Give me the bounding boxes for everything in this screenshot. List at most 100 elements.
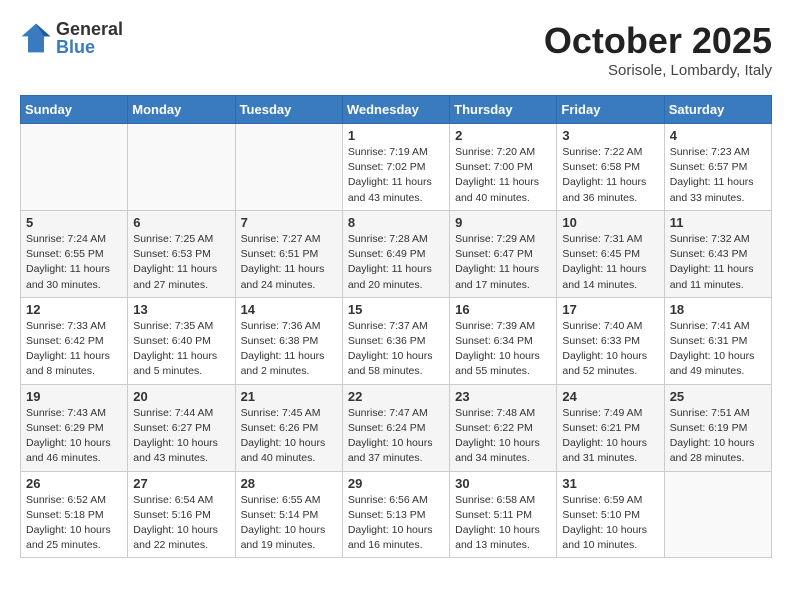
logo-blue-text: Blue (56, 38, 123, 56)
day-number: 12 (26, 302, 122, 317)
calendar-week-2: 5 Sunrise: 7:24 AMSunset: 6:55 PMDaylight… (21, 210, 772, 297)
day-info: Sunrise: 7:35 AMSunset: 6:40 PMDaylight:… (133, 319, 229, 380)
calendar-week-4: 19 Sunrise: 7:43 AMSunset: 6:29 PMDayligh… (21, 384, 772, 471)
header-row: Sunday Monday Tuesday Wednesday Thursday… (21, 96, 772, 124)
calendar-cell: 27Sunrise: 6:54 AMSunset: 5:16 PMDayligh… (128, 471, 235, 558)
day-number: 18 (670, 302, 766, 317)
header-tuesday: Tuesday (235, 96, 342, 124)
calendar-cell: 16Sunrise: 7:39 AMSunset: 6:34 PMDayligh… (450, 297, 557, 384)
calendar-cell: 21 Sunrise: 7:45 AMSunset: 6:26 PMDayligh… (235, 384, 342, 471)
title-area: October 2025 Sorisole, Lombardy, Italy (544, 20, 772, 79)
day-info: Sunrise: 7:28 AMSunset: 6:49 PMDaylight:… (348, 232, 444, 293)
calendar-cell: 6Sunrise: 7:25 AMSunset: 6:53 PMDaylight… (128, 210, 235, 297)
day-number: 22 (348, 389, 444, 404)
day-number: 4 (670, 128, 766, 143)
day-info: Sunrise: 6:52 AMSunset: 5:18 PMDaylight:… (26, 493, 122, 554)
calendar-cell: 19 Sunrise: 7:43 AMSunset: 6:29 PMDayligh… (21, 384, 128, 471)
day-number: 3 (562, 128, 658, 143)
day-info: Sunrise: 7:47 AMSunset: 6:24 PMDaylight:… (348, 406, 444, 467)
day-number: 19 (26, 389, 122, 404)
calendar-cell: 30 Sunrise: 6:58 AMSunset: 5:11 PMDayligh… (450, 471, 557, 558)
location-text: Sorisole, Lombardy, Italy (544, 62, 772, 79)
day-number: 2 (455, 128, 551, 143)
calendar-week-5: 26 Sunrise: 6:52 AMSunset: 5:18 PMDayligh… (21, 471, 772, 558)
day-info: Sunrise: 6:59 AMSunset: 5:10 PMDaylight:… (562, 493, 658, 554)
day-info: Sunrise: 7:43 AMSunset: 6:29 PMDaylight:… (26, 406, 122, 467)
day-info: Sunrise: 7:29 AMSunset: 6:47 PMDaylight:… (455, 232, 551, 293)
day-info: Sunrise: 7:33 AMSunset: 6:42 PMDaylight:… (26, 319, 122, 380)
calendar-cell: 28 Sunrise: 6:55 AMSunset: 5:14 PMDayligh… (235, 471, 342, 558)
day-number: 1 (348, 128, 444, 143)
day-info: Sunrise: 7:45 AMSunset: 6:26 PMDaylight:… (241, 406, 337, 467)
day-info: Sunrise: 7:31 AMSunset: 6:45 PMDaylight:… (562, 232, 658, 293)
day-info: Sunrise: 6:58 AMSunset: 5:11 PMDaylight:… (455, 493, 551, 554)
day-number: 29 (348, 476, 444, 491)
calendar-cell: 24 Sunrise: 7:49 AMSunset: 6:21 PMDayligh… (557, 384, 664, 471)
calendar-cell: 4 Sunrise: 7:23 AMSunset: 6:57 PMDaylight… (664, 124, 771, 211)
calendar-cell: 26 Sunrise: 6:52 AMSunset: 5:18 PMDayligh… (21, 471, 128, 558)
day-info: Sunrise: 7:49 AMSunset: 6:21 PMDaylight:… (562, 406, 658, 467)
calendar-body: 1 Sunrise: 7:19 AMSunset: 7:02 PMDaylight… (21, 124, 772, 558)
calendar-cell: 31 Sunrise: 6:59 AMSunset: 5:10 PMDayligh… (557, 471, 664, 558)
header-sunday: Sunday (21, 96, 128, 124)
day-info: Sunrise: 7:20 AMSunset: 7:00 PMDaylight:… (455, 145, 551, 206)
calendar-cell (235, 124, 342, 211)
calendar-week-1: 1 Sunrise: 7:19 AMSunset: 7:02 PMDaylight… (21, 124, 772, 211)
calendar-cell: 5 Sunrise: 7:24 AMSunset: 6:55 PMDaylight… (21, 210, 128, 297)
calendar-cell: 13 Sunrise: 7:35 AMSunset: 6:40 PMDayligh… (128, 297, 235, 384)
calendar-cell: 25Sunrise: 7:51 AMSunset: 6:19 PMDayligh… (664, 384, 771, 471)
day-number: 5 (26, 215, 122, 230)
logo-icon (20, 22, 52, 54)
day-number: 10 (562, 215, 658, 230)
day-info: Sunrise: 7:19 AMSunset: 7:02 PMDaylight:… (348, 145, 444, 206)
calendar-cell: 17Sunrise: 7:40 AMSunset: 6:33 PMDayligh… (557, 297, 664, 384)
day-info: Sunrise: 7:41 AMSunset: 6:31 PMDaylight:… (670, 319, 766, 380)
calendar-cell: 29 Sunrise: 6:56 AMSunset: 5:13 PMDayligh… (342, 471, 449, 558)
calendar-cell: 12 Sunrise: 7:33 AMSunset: 6:42 PMDayligh… (21, 297, 128, 384)
day-info: Sunrise: 7:24 AMSunset: 6:55 PMDaylight:… (26, 232, 122, 293)
day-number: 28 (241, 476, 337, 491)
calendar-cell: 3 Sunrise: 7:22 AMSunset: 6:58 PMDaylight… (557, 124, 664, 211)
day-number: 24 (562, 389, 658, 404)
day-number: 15 (348, 302, 444, 317)
calendar-cell: 15 Sunrise: 7:37 AMSunset: 6:36 PMDayligh… (342, 297, 449, 384)
day-info: Sunrise: 7:23 AMSunset: 6:57 PMDaylight:… (670, 145, 766, 206)
calendar-cell: 7Sunrise: 7:27 AMSunset: 6:51 PMDaylight… (235, 210, 342, 297)
page-header: General Blue October 2025 Sorisole, Lomb… (20, 20, 772, 79)
day-info: Sunrise: 6:54 AMSunset: 5:16 PMDaylight:… (133, 493, 229, 554)
day-info: Sunrise: 7:48 AMSunset: 6:22 PMDaylight:… (455, 406, 551, 467)
day-number: 8 (348, 215, 444, 230)
day-number: 21 (241, 389, 337, 404)
day-info: Sunrise: 6:56 AMSunset: 5:13 PMDaylight:… (348, 493, 444, 554)
calendar-cell: 8 Sunrise: 7:28 AMSunset: 6:49 PMDaylight… (342, 210, 449, 297)
logo-text: General Blue (56, 20, 123, 56)
calendar-week-3: 12 Sunrise: 7:33 AMSunset: 6:42 PMDayligh… (21, 297, 772, 384)
day-number: 13 (133, 302, 229, 317)
day-info: Sunrise: 6:55 AMSunset: 5:14 PMDaylight:… (241, 493, 337, 554)
calendar-cell: 1 Sunrise: 7:19 AMSunset: 7:02 PMDaylight… (342, 124, 449, 211)
day-info: Sunrise: 7:37 AMSunset: 6:36 PMDaylight:… (348, 319, 444, 380)
calendar-cell (21, 124, 128, 211)
calendar-cell: 9 Sunrise: 7:29 AMSunset: 6:47 PMDaylight… (450, 210, 557, 297)
day-info: Sunrise: 7:22 AMSunset: 6:58 PMDaylight:… (562, 145, 658, 206)
day-number: 20 (133, 389, 229, 404)
day-number: 26 (26, 476, 122, 491)
day-info: Sunrise: 7:36 AMSunset: 6:38 PMDaylight:… (241, 319, 337, 380)
logo: General Blue (20, 20, 123, 56)
day-info: Sunrise: 7:27 AMSunset: 6:51 PMDaylight:… (241, 232, 337, 293)
calendar-cell: 22 Sunrise: 7:47 AMSunset: 6:24 PMDayligh… (342, 384, 449, 471)
day-number: 11 (670, 215, 766, 230)
day-number: 30 (455, 476, 551, 491)
header-saturday: Saturday (664, 96, 771, 124)
day-number: 25 (670, 389, 766, 404)
day-number: 9 (455, 215, 551, 230)
calendar-cell: 14Sunrise: 7:36 AMSunset: 6:38 PMDayligh… (235, 297, 342, 384)
day-info: Sunrise: 7:40 AMSunset: 6:33 PMDaylight:… (562, 319, 658, 380)
calendar-cell: 11Sunrise: 7:32 AMSunset: 6:43 PMDayligh… (664, 210, 771, 297)
calendar-cell: 18 Sunrise: 7:41 AMSunset: 6:31 PMDayligh… (664, 297, 771, 384)
day-info: Sunrise: 7:25 AMSunset: 6:53 PMDaylight:… (133, 232, 229, 293)
calendar-cell: 23Sunrise: 7:48 AMSunset: 6:22 PMDayligh… (450, 384, 557, 471)
header-friday: Friday (557, 96, 664, 124)
header-wednesday: Wednesday (342, 96, 449, 124)
day-number: 31 (562, 476, 658, 491)
